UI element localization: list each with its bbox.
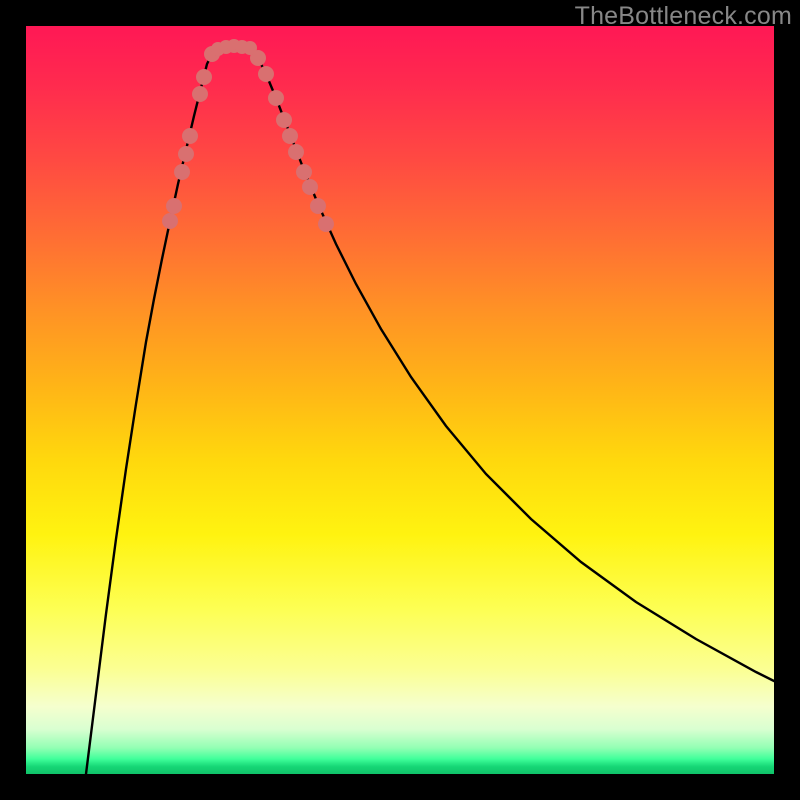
curve-right [252, 50, 774, 681]
marker-dot [268, 90, 284, 106]
marker-dot [282, 128, 298, 144]
marker-dot [162, 213, 178, 229]
marker-dot [258, 66, 274, 82]
marker-dot [296, 164, 312, 180]
marker-dot [174, 164, 190, 180]
marker-dot [166, 198, 182, 214]
marker-dot [276, 112, 292, 128]
marker-dot [243, 41, 257, 55]
watermark-text: TheBottleneck.com [575, 2, 792, 31]
marker-dot [318, 216, 334, 232]
marker-dots [162, 39, 334, 232]
marker-dot [302, 179, 318, 195]
marker-dot [310, 198, 326, 214]
marker-dot [182, 128, 198, 144]
marker-dot [192, 86, 208, 102]
marker-dot [288, 144, 304, 160]
chart-svg [26, 26, 774, 774]
chart-plot-area [26, 26, 774, 774]
marker-dot [178, 146, 194, 162]
marker-dot [196, 69, 212, 85]
curve-left [86, 50, 218, 774]
